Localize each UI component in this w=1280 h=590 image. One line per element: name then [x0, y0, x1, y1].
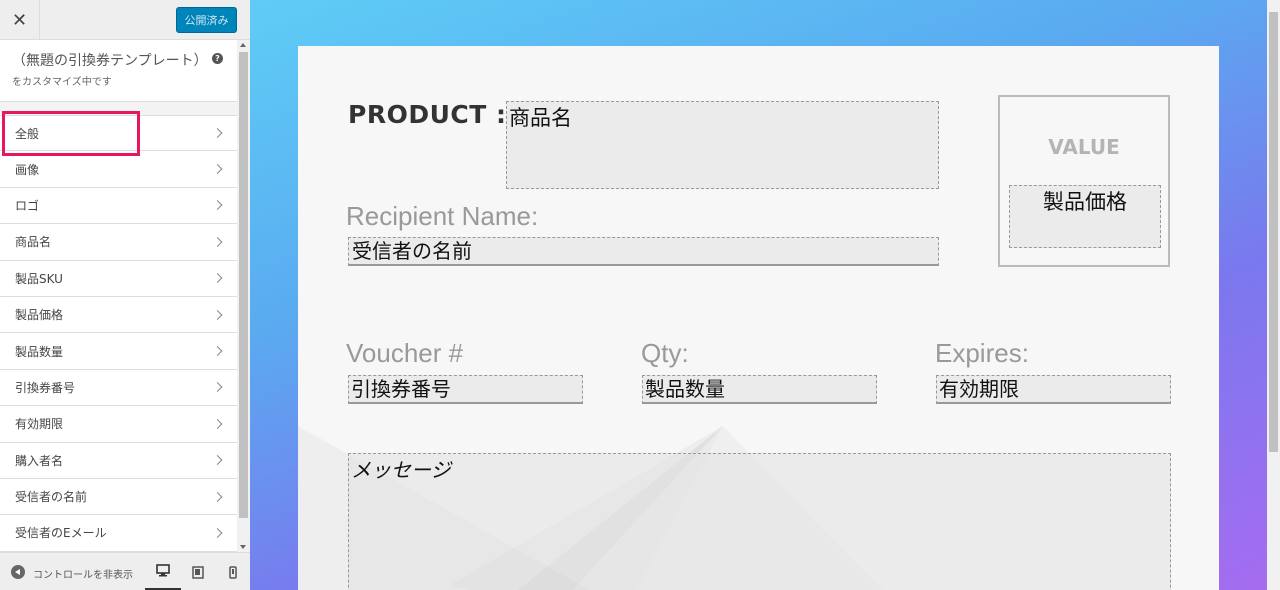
panel-label: 製品価格 [15, 308, 64, 323]
voucher-card: PRODUCT : 商品名 VALUE 製品価格 Recipient Name:… [298, 46, 1219, 590]
panel-label: 購入者名 [15, 453, 64, 468]
panel-label: 全般 [15, 126, 40, 141]
recipient-name-field[interactable]: 受信者の名前 [348, 237, 939, 266]
device-tablet-button[interactable] [180, 553, 216, 590]
chevron-right-icon [212, 309, 223, 320]
sidebar-scrollbar[interactable] [237, 40, 250, 552]
qty-field[interactable]: 製品数量 [642, 375, 877, 404]
voucher-number-label: Voucher # [346, 338, 464, 368]
template-title: （無題の引換券テンプレート） [12, 53, 208, 69]
product-name-field[interactable]: 商品名 [506, 101, 939, 189]
panel-product-sku[interactable]: 製品SKU [0, 260, 237, 297]
panel-label: 画像 [15, 162, 40, 177]
panel-label: 製品SKU [15, 271, 63, 286]
customizer-sidebar: ✕ 公開済み （無題の引換券テンプレート） ? をカスタマイズ中です 全般 画像… [0, 0, 250, 590]
customize-info: （無題の引換券テンプレート） ? をカスタマイズ中です [0, 40, 237, 102]
product-label: PRODUCT : [348, 100, 507, 129]
panel-label: ロゴ [15, 198, 40, 213]
device-desktop-button[interactable] [145, 553, 181, 590]
value-label: VALUE [1048, 135, 1120, 159]
panel-list: 全般 画像 ロゴ 商品名 製品SKU 製品価格 製品数量 引換券番号 有効期限 … [0, 115, 237, 552]
panel-label: 商品名 [15, 235, 52, 250]
expiry-field[interactable]: 有効期限 [936, 375, 1171, 404]
voucher-number-field[interactable]: 引換券番号 [348, 375, 583, 404]
panel-logo[interactable]: ロゴ [0, 187, 237, 225]
tablet-icon [192, 565, 204, 579]
panel-image[interactable]: 画像 [0, 151, 237, 188]
chevron-right-icon [212, 382, 223, 393]
panel-label: 製品数量 [15, 344, 64, 359]
customizing-label: をカスタマイズ中です [12, 77, 112, 88]
panel-product-price[interactable]: 製品価格 [0, 296, 237, 334]
collapse-icon[interactable] [11, 565, 25, 579]
panel-expiry[interactable]: 有効期限 [0, 406, 237, 443]
customizer-header: ✕ 公開済み [0, 0, 250, 40]
panel-voucher-number[interactable]: 引換券番号 [0, 369, 237, 407]
close-icon: ✕ [11, 9, 28, 31]
expires-label: Expires: [935, 338, 1029, 368]
panel-label: 引換券番号 [15, 380, 76, 395]
panel-label: 受信者のEメール [15, 526, 107, 541]
recipient-label: Recipient Name: [346, 201, 539, 231]
scroll-up-icon[interactable] [240, 43, 246, 47]
product-price-field[interactable]: 製品価格 [1009, 185, 1161, 248]
qty-label: Qty: [641, 338, 689, 368]
customizer-footer: コントロールを非表示 [0, 552, 250, 590]
chevron-right-icon [212, 164, 223, 175]
scroll-thumb[interactable] [239, 52, 248, 518]
panel-recipient-name[interactable]: 受信者の名前 [0, 478, 237, 516]
value-box: VALUE 製品価格 [998, 95, 1170, 267]
panel-label: 受信者の名前 [15, 490, 88, 505]
chevron-right-icon [212, 236, 223, 247]
help-icon[interactable]: ? [212, 53, 223, 64]
panel-product-qty[interactable]: 製品数量 [0, 333, 237, 370]
preview-scrollbar[interactable] [1267, 0, 1280, 590]
mobile-icon [229, 565, 237, 579]
preview-scroll-thumb[interactable] [1269, 12, 1278, 452]
chevron-right-icon [212, 418, 223, 429]
publish-button[interactable]: 公開済み [176, 7, 237, 33]
preview-area: PRODUCT : 商品名 VALUE 製品価格 Recipient Name:… [250, 0, 1280, 590]
chevron-right-icon [212, 455, 223, 466]
device-mobile-button[interactable] [215, 553, 251, 590]
chevron-right-icon [212, 273, 223, 284]
chevron-right-icon [212, 491, 223, 502]
panel-general[interactable]: 全般 [0, 115, 237, 152]
panel-purchaser-name[interactable]: 購入者名 [0, 442, 237, 479]
message-field[interactable]: メッセージ [348, 453, 1171, 590]
panel-recipient-email[interactable]: 受信者のEメール [0, 515, 237, 552]
scroll-down-icon[interactable] [240, 545, 246, 549]
chevron-right-icon [212, 200, 223, 211]
chevron-right-icon [212, 346, 223, 356]
chevron-right-icon [212, 128, 223, 139]
chevron-right-icon [212, 528, 223, 538]
collapse-controls-button[interactable]: コントロールを非表示 [33, 566, 133, 581]
close-button[interactable]: ✕ [0, 0, 40, 40]
panel-label: 有効期限 [15, 417, 64, 432]
desktop-icon [156, 564, 170, 577]
panel-product-name[interactable]: 商品名 [0, 224, 237, 261]
